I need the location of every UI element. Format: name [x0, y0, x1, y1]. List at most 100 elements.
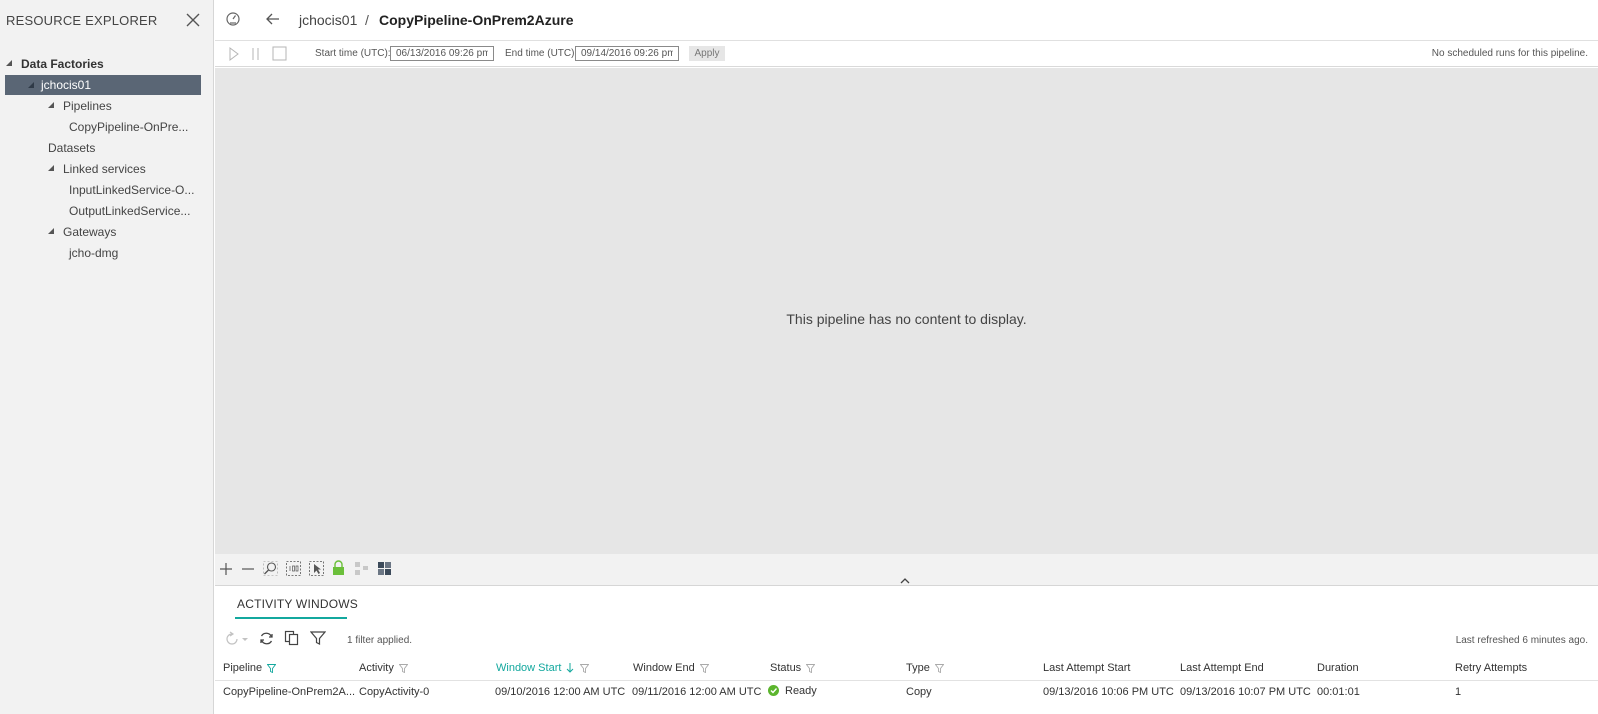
- column-header-label: Status: [770, 662, 802, 674]
- cell-type: Copy: [906, 686, 932, 698]
- tree-item-pipelines[interactable]: Pipelines: [63, 96, 112, 116]
- cell-status: Ready: [768, 685, 817, 697]
- start-time-label: Start time (UTC):: [315, 48, 391, 59]
- cell-last-attempt-end: 09/13/2016 10:07 PM UTC: [1180, 686, 1311, 698]
- cell-retry-attempts: 1: [1455, 686, 1462, 698]
- column-header-retry-attempts[interactable]: Retry Attempts: [1455, 662, 1527, 674]
- copy-icon[interactable]: [284, 630, 299, 646]
- tree-item-data-factories[interactable]: Data Factories: [21, 54, 104, 74]
- column-header-type[interactable]: Type: [906, 662, 944, 674]
- cell-activity: CopyActivity-0: [359, 686, 430, 698]
- status-label: Ready: [785, 685, 817, 697]
- tree-item-label: Pipelines: [63, 99, 112, 113]
- filter-icon[interactable]: [267, 663, 277, 673]
- tree-item-factory[interactable]: jchocis01: [5, 75, 201, 95]
- monitor-gauge-icon[interactable]: [225, 11, 241, 27]
- zoom-in-icon[interactable]: [219, 562, 233, 576]
- column-header-window-start[interactable]: Window Start: [496, 662, 589, 674]
- pipeline-canvas[interactable]: This pipeline has no content to display.: [215, 68, 1598, 554]
- tab-activity-windows[interactable]: ACTIVITY WINDOWS: [237, 597, 358, 611]
- resource-explorer-sidebar: RESOURCE EXPLORER Data Factories jchocis…: [0, 0, 214, 714]
- column-header-label: Window End: [633, 662, 695, 674]
- column-header-label: Last Attempt Start: [1043, 662, 1131, 674]
- cell-duration: 00:01:01: [1317, 686, 1360, 698]
- column-header-duration[interactable]: Duration: [1317, 662, 1359, 674]
- column-header-pipeline[interactable]: Pipeline: [223, 662, 277, 674]
- status-ready-icon: [768, 685, 779, 696]
- play-icon[interactable]: [228, 47, 240, 61]
- tree-item-linked-output[interactable]: OutputLinkedService...: [69, 201, 190, 221]
- lock-icon[interactable]: [332, 560, 345, 576]
- zoom-out-icon[interactable]: [241, 562, 255, 576]
- end-time-label: End time (UTC):: [505, 48, 578, 59]
- empty-canvas-message: This pipeline has no content to display.: [786, 311, 1027, 327]
- tree-item-label: OutputLinkedService...: [69, 204, 191, 218]
- tree-item-pipeline[interactable]: CopyPipeline-OnPre...: [69, 117, 188, 137]
- expand-triangle-icon[interactable]: [48, 165, 54, 171]
- tree-item-label: Linked services: [63, 162, 146, 176]
- diagram-controls: [215, 554, 1598, 586]
- column-header-label: Activity: [359, 662, 394, 674]
- tree-item-gateways[interactable]: Gateways: [63, 222, 116, 242]
- zoom-100-icon[interactable]: [286, 561, 301, 576]
- stop-icon[interactable]: [272, 46, 287, 61]
- column-header-last-attempt-end[interactable]: Last Attempt End: [1180, 662, 1264, 674]
- expand-triangle-icon[interactable]: [6, 60, 12, 66]
- schedule-status: No scheduled runs for this pipeline.: [1431, 48, 1588, 59]
- filter-icon[interactable]: [934, 663, 944, 673]
- cell-pipeline: CopyPipeline-OnPrem2A...: [223, 686, 356, 698]
- last-refreshed-text: Last refreshed 6 minutes ago.: [1455, 635, 1588, 646]
- column-header-label: Last Attempt End: [1180, 662, 1264, 674]
- filter-icon[interactable]: [579, 663, 589, 673]
- header-bar: jchocis01 / CopyPipeline-OnPrem2Azure: [215, 0, 1598, 41]
- main-area: jchocis01 / CopyPipeline-OnPrem2Azure St…: [215, 0, 1598, 714]
- zoom-to-fit-icon[interactable]: [263, 561, 278, 576]
- sidebar-header: RESOURCE EXPLORER: [6, 11, 206, 31]
- auto-layout-icon[interactable]: [354, 561, 369, 576]
- breadcrumb-separator: /: [365, 12, 369, 28]
- sidebar-title: RESOURCE EXPLORER: [6, 13, 158, 28]
- column-header-label: Window Start: [496, 662, 562, 674]
- select-icon[interactable]: [309, 561, 324, 576]
- column-header-label: Pipeline: [223, 662, 263, 674]
- column-header-label: Duration: [1317, 662, 1359, 674]
- expand-triangle-icon[interactable]: [48, 228, 54, 234]
- apply-button[interactable]: Apply: [689, 46, 725, 61]
- cell-window-end: 09/11/2016 12:00 AM UTC: [632, 686, 762, 698]
- tree-item-label: Gateways: [63, 225, 117, 239]
- pause-icon[interactable]: [250, 47, 262, 61]
- refresh-icon[interactable]: [259, 631, 274, 646]
- header-divider: [215, 680, 1598, 681]
- column-header-last-attempt-start[interactable]: Last Attempt Start: [1043, 662, 1130, 674]
- start-time-input[interactable]: [390, 46, 494, 61]
- end-time-input[interactable]: [575, 46, 679, 61]
- filter-icon[interactable]: [310, 630, 326, 646]
- tree-item-linked-input[interactable]: InputLinkedService-O...: [69, 180, 194, 200]
- breadcrumb-parent[interactable]: jchocis01: [299, 12, 357, 28]
- close-icon[interactable]: [184, 11, 202, 29]
- column-header-window-end[interactable]: Window End: [633, 662, 709, 674]
- tree-item-label: Datasets: [48, 141, 96, 155]
- tree-item-gateway[interactable]: jcho-dmg: [69, 243, 118, 263]
- filter-icon[interactable]: [699, 663, 709, 673]
- expand-triangle-icon[interactable]: [28, 82, 34, 88]
- column-header-label: Type: [906, 662, 930, 674]
- active-tab-underline: [235, 617, 347, 619]
- page-title: CopyPipeline-OnPrem2Azure: [379, 12, 574, 28]
- filter-icon[interactable]: [806, 663, 816, 673]
- back-arrow-icon[interactable]: [265, 11, 281, 27]
- filter-status-text: 1 filter applied.: [347, 635, 413, 646]
- column-header-label: Retry Attempts: [1455, 662, 1528, 674]
- expand-triangle-icon[interactable]: [48, 102, 54, 108]
- minimap-icon[interactable]: [377, 561, 392, 576]
- column-header-activity[interactable]: Activity: [359, 662, 408, 674]
- collapse-panel-icon[interactable]: [900, 578, 910, 584]
- column-header-status[interactable]: Status: [770, 662, 816, 674]
- rerun-icon[interactable]: [225, 631, 251, 647]
- tree-item-label: jchocis01: [41, 78, 92, 92]
- tree-item-linked-services[interactable]: Linked services: [63, 159, 146, 179]
- filter-icon[interactable]: [398, 663, 408, 673]
- cell-window-start: 09/10/2016 12:00 AM UTC: [495, 686, 626, 698]
- pipeline-toolbar: Start time (UTC): End time (UTC): Apply …: [215, 42, 1598, 67]
- tree-item-datasets[interactable]: Datasets: [48, 138, 95, 158]
